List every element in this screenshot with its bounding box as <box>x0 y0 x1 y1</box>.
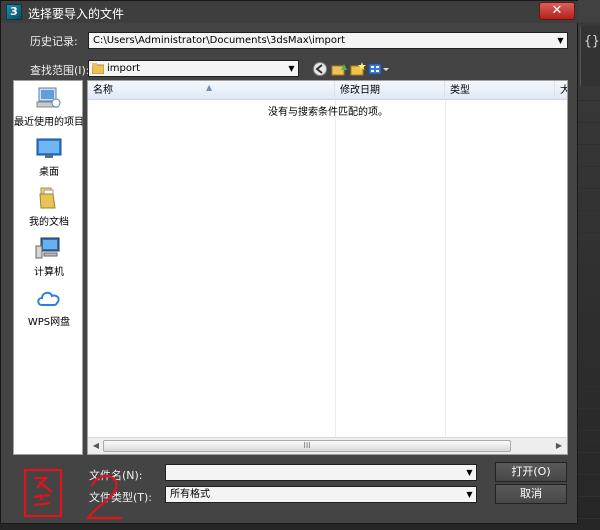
figure-2-annotation <box>23 468 122 520</box>
sort-up-icon: ▲ <box>206 83 213 92</box>
column-header-label: 修改日期 <box>340 85 380 96</box>
scrollbar-thumb[interactable]: III <box>103 440 511 452</box>
empty-message: 没有与搜索条件匹配的项。 <box>268 107 388 118</box>
sidebar-item-label: 计算机 <box>34 267 64 278</box>
lookin-combo[interactable]: import ▼ <box>88 60 299 77</box>
sidebar-item-label: 最近使用的项目 <box>14 117 84 128</box>
history-combo[interactable]: C:\Users\Administrator\Documents\3dsMax\… <box>88 32 568 49</box>
dialog-titlebar: 3 选择要导入的文件 ✕ <box>1 1 579 23</box>
column-divider <box>445 100 446 438</box>
scroll-left-icon[interactable]: ◀ <box>89 440 103 452</box>
sidebar-item-label: 我的文档 <box>29 217 69 228</box>
background-toolbar: {} <box>580 26 600 86</box>
dialog-title: 选择要导入的文件 <box>28 7 125 21</box>
column-header-name[interactable]: 名称 ▲ <box>88 81 335 100</box>
column-header-type[interactable]: 类型 <box>445 81 555 100</box>
file-list[interactable]: 名称 ▲ 修改日期 类型 大 没有与搜索条件匹配的项。 ◀ III ▶ <box>87 80 568 455</box>
view-menu-icon[interactable] <box>368 61 390 77</box>
column-header-label: 大 <box>560 85 567 96</box>
recent-items-icon <box>36 87 61 108</box>
chevron-down-icon[interactable]: ▼ <box>554 33 567 48</box>
lookin-label: 查找范围(I): <box>30 64 90 77</box>
back-icon[interactable] <box>312 61 328 77</box>
file-list-header: 名称 ▲ 修改日期 类型 大 <box>88 81 567 100</box>
column-header-size[interactable]: 大 <box>555 81 567 100</box>
new-folder-icon[interactable] <box>350 61 366 77</box>
open-button[interactable]: 打开(O) <box>495 462 567 482</box>
column-header-modified[interactable]: 修改日期 <box>335 81 445 100</box>
documents-icon <box>39 187 56 209</box>
sidebar-item-recent[interactable]: 最近使用的项目 <box>14 86 84 128</box>
background-viewport <box>578 100 600 520</box>
sidebar-item-label: 桌面 <box>39 167 59 178</box>
import-file-dialog: 3 选择要导入的文件 ✕ 历史记录: C:\Users\Administrato… <box>0 0 579 524</box>
filename-input[interactable]: ▼ <box>165 464 477 481</box>
chevron-down-icon[interactable]: ▼ <box>463 487 476 502</box>
desktop-icon <box>36 138 62 158</box>
computer-icon <box>35 237 60 259</box>
sidebar-item-desktop[interactable]: 桌面 <box>14 136 84 178</box>
app-icon: 3 <box>6 4 22 20</box>
history-value: C:\Users\Administrator\Documents\3dsMax\… <box>93 35 345 46</box>
scroll-grip: III <box>303 441 311 450</box>
cloud-icon <box>37 291 60 306</box>
chevron-down-icon[interactable]: ▼ <box>285 61 298 76</box>
history-label: 历史记录: <box>30 35 78 48</box>
cancel-button[interactable]: 取消 <box>495 484 567 504</box>
scroll-right-icon[interactable]: ▶ <box>552 440 566 452</box>
chevron-down-icon[interactable]: ▼ <box>463 465 476 480</box>
places-sidebar: 最近使用的项目 桌面 我的文档 计算机 WPS网盘 <box>13 80 84 455</box>
lookin-value: import <box>107 63 141 74</box>
sidebar-item-documents[interactable]: 我的文档 <box>14 186 84 228</box>
up-folder-icon[interactable] <box>331 61 347 77</box>
column-header-label: 名称 <box>93 85 113 96</box>
folder-icon <box>92 63 104 74</box>
horizontal-scrollbar[interactable]: ◀ III ▶ <box>88 437 567 454</box>
sidebar-item-computer[interactable]: 计算机 <box>14 236 84 278</box>
filetype-value: 所有格式 <box>170 489 210 500</box>
curly-braces-icon: {} <box>584 34 600 49</box>
filetype-select[interactable]: 所有格式 ▼ <box>165 486 477 503</box>
sidebar-item-wps-cloud[interactable]: WPS网盘 <box>14 286 84 328</box>
sidebar-item-label: WPS网盘 <box>27 317 71 328</box>
column-header-label: 类型 <box>450 85 470 96</box>
close-button[interactable]: ✕ <box>539 2 575 20</box>
column-divider <box>335 100 336 438</box>
